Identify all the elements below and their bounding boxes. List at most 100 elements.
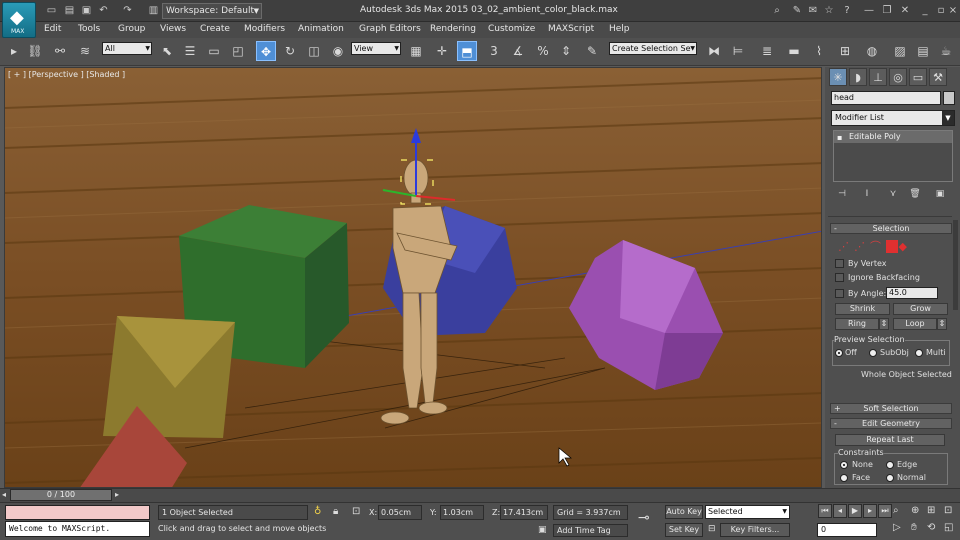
hand-pan-icon[interactable]: ✋︎	[911, 522, 917, 533]
isolate-selection-icon[interactable]: ♁	[314, 506, 321, 517]
preview-subobj-radio[interactable]	[869, 349, 877, 357]
max-logo-icon[interactable]: ◆ MAX	[2, 2, 36, 38]
by-angle-checkbox[interactable]	[835, 289, 844, 298]
goto-end-icon[interactable]: ⏭	[878, 504, 892, 518]
menu-tools[interactable]: Tools	[78, 24, 100, 34]
restore-icon[interactable]: ❐	[880, 4, 894, 17]
viewport-label[interactable]: [ + ] [Perspective ] [Shaded ]	[8, 70, 125, 79]
constraint-none-radio[interactable]	[840, 461, 848, 469]
x-coordinate-field[interactable]: 0.05cm	[378, 505, 422, 520]
absolute-mode-icon[interactable]: ⊡	[352, 506, 360, 517]
menu-modifiers[interactable]: Modifiers	[244, 24, 285, 34]
open-file-icon[interactable]: ▤	[62, 4, 77, 18]
scale-icon[interactable]: ◫	[304, 41, 324, 61]
new-file-icon[interactable]: ▭	[44, 4, 59, 18]
motion-tab-icon[interactable]: ◎	[889, 68, 907, 86]
hierarchy-tab-icon[interactable]: ⊥	[869, 68, 887, 86]
lock-selection-icon[interactable]: 🔒︎	[333, 506, 338, 517]
menu-edit[interactable]: Edit	[44, 24, 61, 34]
select-manipulate-icon[interactable]: ✛	[432, 41, 452, 61]
maxscript-output[interactable]: Welcome to MAXScript.	[5, 521, 150, 537]
select-object-icon[interactable]: ⬉	[157, 41, 177, 61]
set-key-button[interactable]: Set Key	[665, 523, 703, 537]
named-selection-dropdown[interactable]: Create Selection Se ▼	[609, 42, 697, 55]
time-next-icon[interactable]: ▸	[115, 490, 119, 499]
bind-space-warp-icon[interactable]: ≋	[75, 41, 95, 61]
repeat-last-button[interactable]: Repeat Last	[835, 434, 945, 446]
ignore-backfacing-checkbox[interactable]	[835, 273, 844, 282]
preview-off-radio[interactable]	[835, 349, 843, 357]
preview-multi-radio[interactable]	[915, 349, 923, 357]
maxscript-listener-input[interactable]	[5, 505, 150, 520]
menu-create[interactable]: Create	[200, 24, 230, 34]
close-icon[interactable]: ✕	[898, 4, 912, 17]
zoom-all-icon[interactable]: ⊕	[911, 505, 919, 516]
select-place-icon[interactable]: ◉	[328, 41, 348, 61]
display-tab-icon[interactable]: ▭	[909, 68, 927, 86]
current-frame-field[interactable]: 0	[817, 523, 877, 537]
goto-start-icon[interactable]: ⏮	[818, 504, 832, 518]
render-setup-icon[interactable]: ▨	[890, 41, 910, 61]
show-end-result-icon[interactable]: Ⅰ	[859, 187, 875, 201]
create-tab-icon[interactable]: ✳	[829, 68, 847, 86]
rollout-edit-geometry-header[interactable]: - Edit Geometry	[830, 418, 952, 429]
favorites-icon[interactable]: ☆	[822, 4, 836, 17]
unlink-icon[interactable]: ⚯	[50, 41, 70, 61]
snap-toggle-icon[interactable]: 3	[484, 41, 504, 61]
window-crossing-icon[interactable]: ◰	[228, 41, 248, 61]
layer-manager-icon[interactable]: ≣	[757, 41, 777, 61]
pivot-center-icon[interactable]: ▦	[406, 41, 426, 61]
ring-spinner-icon[interactable]: ⇕	[879, 318, 889, 330]
zoom-icon[interactable]: ⌕	[893, 505, 899, 516]
rectangular-selection-icon[interactable]: ▭	[204, 41, 224, 61]
grow-button[interactable]: Grow	[893, 303, 948, 315]
menu-maxscript[interactable]: MAXScript	[548, 24, 594, 34]
project-folder-icon[interactable]: ▥	[146, 4, 161, 18]
menu-help[interactable]: Help	[609, 24, 630, 34]
prev-frame-icon[interactable]: ◂	[833, 504, 847, 518]
minimize-icon[interactable]: —	[862, 4, 876, 17]
edit-named-selection-icon[interactable]: ✎	[582, 41, 602, 61]
next-frame-icon[interactable]: ▸	[863, 504, 877, 518]
loop-spinner-icon[interactable]: ⇕	[937, 318, 947, 330]
orbit-icon[interactable]: ⟲	[927, 522, 935, 533]
remove-modifier-icon[interactable]: 🗑	[907, 187, 923, 201]
constraint-face-radio[interactable]	[840, 474, 848, 482]
menu-group[interactable]: Group	[118, 24, 145, 34]
spinner-snap-icon[interactable]: ⇕	[556, 41, 576, 61]
angle-snap-icon[interactable]: ∡	[508, 41, 528, 61]
select-by-name-icon[interactable]: ☰	[180, 41, 200, 61]
key-filters-button[interactable]: Key Filters...	[720, 523, 790, 537]
redo-icon[interactable]: ↷	[120, 4, 135, 18]
by-vertex-checkbox[interactable]	[835, 259, 844, 268]
loop-button[interactable]: Loop	[893, 318, 937, 330]
key-icon[interactable]: ⊸	[638, 510, 650, 526]
maximize-viewport-icon[interactable]: ◱	[944, 522, 953, 533]
time-prev-icon[interactable]: ◂	[2, 490, 6, 499]
percent-snap-icon[interactable]: %	[533, 41, 553, 61]
zoom-extents-icon[interactable]: ⊞	[927, 505, 935, 516]
undo-icon[interactable]: ↶	[96, 4, 111, 18]
curve-editor-icon[interactable]: ⌇	[809, 41, 829, 61]
expand-icon[interactable]: ▪	[837, 132, 842, 144]
make-unique-icon[interactable]: ⋎	[885, 187, 901, 201]
constraint-normal-radio[interactable]	[886, 474, 894, 482]
help-icon[interactable]: ?	[840, 4, 854, 17]
selection-filter-dropdown[interactable]: All ▼	[102, 42, 152, 55]
object-color-swatch[interactable]	[943, 91, 955, 105]
stack-item-editable-poly[interactable]: ▪ Editable Poly	[834, 131, 952, 143]
time-tag-icon[interactable]: ▣	[538, 525, 547, 535]
ring-button[interactable]: Ring	[835, 318, 879, 330]
align-icon[interactable]: ⊨	[728, 41, 748, 61]
rotate-icon[interactable]: ↻	[280, 41, 300, 61]
time-slider[interactable]: 0 / 100	[10, 489, 112, 501]
select-link-icon[interactable]: ⛓	[25, 41, 45, 61]
configure-sets-icon[interactable]: ▣	[932, 187, 948, 201]
menu-customize[interactable]: Customize	[488, 24, 535, 34]
key-mode-dropdown[interactable]: Selected ▼	[705, 505, 790, 519]
material-editor-icon[interactable]: ◍	[862, 41, 882, 61]
shrink-button[interactable]: Shrink	[835, 303, 890, 315]
menu-rendering[interactable]: Rendering	[430, 24, 476, 34]
infocenter-icon[interactable]: ✎	[790, 4, 804, 17]
z-coordinate-field[interactable]: 17.413cm	[500, 505, 548, 520]
